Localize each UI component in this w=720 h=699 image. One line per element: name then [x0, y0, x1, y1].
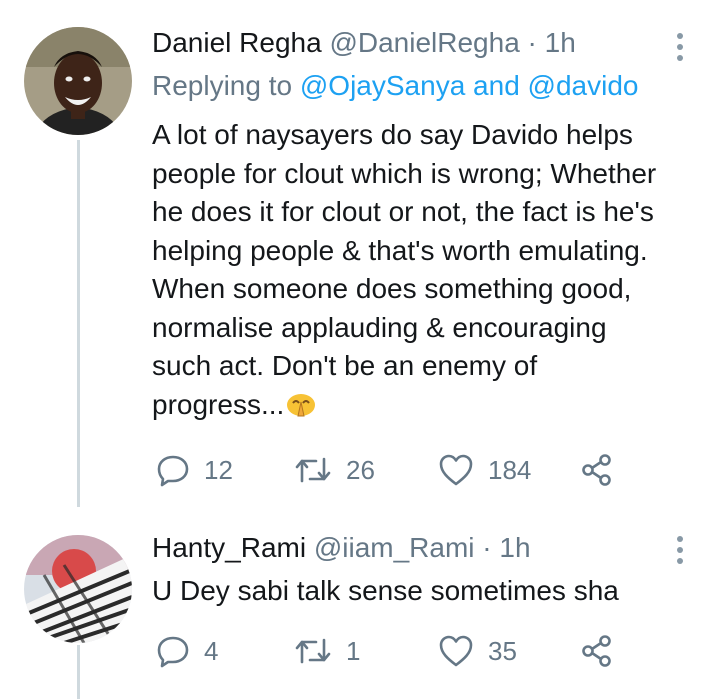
reply-icon	[157, 455, 189, 487]
reply-count: 12	[204, 455, 233, 485]
like-icon	[439, 635, 473, 667]
share-button[interactable]	[580, 633, 614, 669]
share-icon	[582, 635, 611, 667]
text-line: U Dey sabi talk sense sometimes sha	[152, 575, 619, 606]
folded-hands-emoji-icon	[286, 389, 316, 428]
tweet-actions: 12 26 184	[156, 452, 626, 488]
more-icon[interactable]	[676, 33, 684, 66]
mention-join: and	[473, 70, 520, 101]
retweet-count: 1	[346, 636, 361, 666]
tweet-header: Daniel Regha @DanielRegha · 1h	[152, 27, 576, 59]
tweet-actions: 4 1 35	[156, 633, 626, 669]
retweet-icon	[295, 638, 331, 664]
text-line: normalise applauding & encouraging	[152, 311, 607, 343]
tweet-header: Hanty_Rami @iiam_Rami · 1h	[152, 532, 531, 564]
tweet-text: A lot of naysayers do say Davido helps p…	[152, 116, 712, 427]
separator: ·	[527, 27, 537, 58]
like-count: 35	[488, 636, 517, 666]
text-line: such act. Don't be an enemy of	[152, 350, 538, 381]
text-line: he does it for clout or not, the fact is…	[152, 196, 654, 227]
tweet-text: U Dey sabi talk sense sometimes sha	[152, 572, 712, 611]
reply-count: 4	[204, 636, 219, 666]
more-icon[interactable]	[676, 536, 684, 569]
handle[interactable]: @iiam_Rami	[314, 532, 475, 563]
text-line-last: progress...	[152, 386, 712, 428]
text-line: When someone does something good,	[152, 273, 632, 304]
display-name[interactable]: Hanty_Rami	[152, 532, 306, 563]
mention-link[interactable]: @OjaySanya	[300, 70, 465, 101]
like-icon	[439, 454, 473, 486]
share-button[interactable]	[580, 452, 614, 488]
text-line: people for clout which is wrong; Whether	[152, 157, 657, 189]
handle[interactable]: @DanielRegha	[329, 27, 519, 58]
avatar[interactable]	[24, 27, 132, 135]
text-line: progress...	[152, 388, 285, 420]
retweet-button[interactable]: 26	[294, 452, 375, 488]
separator: ·	[482, 532, 492, 563]
timestamp[interactable]: 1h	[499, 532, 530, 563]
retweet-button[interactable]: 1	[294, 633, 360, 669]
like-button[interactable]: 184	[438, 452, 531, 488]
replying-to: Replying to @OjaySanya and @davido	[152, 70, 638, 102]
replying-prefix: Replying to	[152, 70, 293, 101]
like-button[interactable]: 35	[438, 633, 517, 669]
reply-button[interactable]: 4	[156, 633, 218, 669]
share-icon	[582, 454, 611, 486]
like-count: 184	[488, 455, 532, 485]
mention-link[interactable]: @davido	[528, 70, 639, 101]
timestamp[interactable]: 1h	[545, 27, 576, 58]
text-line: A lot of naysayers do say Davido helps	[152, 119, 633, 150]
reply-icon	[157, 636, 189, 668]
retweet-count: 26	[346, 455, 375, 485]
tweet[interactable]: Daniel Regha @DanielRegha · 1h Replying …	[0, 0, 720, 510]
display-name[interactable]: Daniel Regha	[152, 27, 322, 58]
text-line: helping people & that's worth emulating.	[152, 234, 648, 266]
reply-button[interactable]: 12	[156, 452, 233, 488]
tweet[interactable]: Hanty_Rami @iiam_Rami · 1h U Dey sabi ta…	[0, 510, 720, 699]
avatar[interactable]	[24, 535, 132, 643]
retweet-icon	[295, 457, 331, 483]
